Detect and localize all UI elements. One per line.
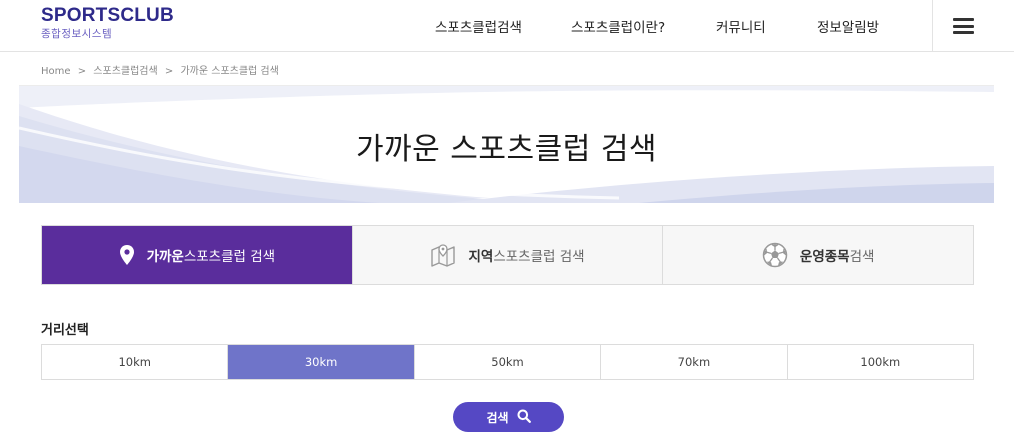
distance-option-70km[interactable]: 70km xyxy=(601,345,788,379)
tab-sport-type[interactable]: 운영종목 검색 xyxy=(663,226,974,284)
hamburger-menu-button[interactable] xyxy=(932,0,994,52)
breadcrumb-current: 가까운 스포츠클럽 검색 xyxy=(180,66,279,77)
logo-title: SPORTSCLUB xyxy=(41,5,174,26)
map-icon xyxy=(430,243,456,267)
tab-label-strong: 지역 xyxy=(468,249,494,265)
page-banner: 가까운 스포츠클럽 검색 xyxy=(19,86,994,203)
site-header: SPORTSCLUB 종합정보시스템 스포츠클럽검색 스포츠클럽이란? 커뮤니티… xyxy=(0,0,1014,52)
tab-region[interactable]: 지역 스포츠클럽 검색 xyxy=(352,226,664,284)
distance-option-10km[interactable]: 10km xyxy=(42,345,229,379)
distance-option-30km[interactable]: 30km xyxy=(228,345,415,379)
tab-label: 스포츠클럽 검색 xyxy=(183,249,276,265)
nav-community[interactable]: 커뮤니티 xyxy=(716,16,766,36)
search-button-label: 검색 xyxy=(486,410,509,425)
nav-club-search[interactable]: 스포츠클럽검색 xyxy=(435,16,522,36)
breadcrumb: Home > 스포츠클럽검색 > 가까운 스포츠클럽 검색 xyxy=(41,62,283,77)
page-title: 가까운 스포츠클럽 검색 xyxy=(355,132,658,167)
hamburger-icon xyxy=(953,18,974,34)
distance-option-100km[interactable]: 100km xyxy=(787,345,974,379)
tab-label: 스포츠클럽 검색 xyxy=(493,249,585,265)
tab-label-strong: 가까운 xyxy=(146,249,184,265)
tab-label-strong: 운영종목 xyxy=(799,249,850,265)
nav-about-club[interactable]: 스포츠클럽이란? xyxy=(571,16,665,36)
breadcrumb-club-search[interactable]: 스포츠클럽검색 xyxy=(93,66,157,77)
search-icon xyxy=(517,409,531,426)
map-pin-icon xyxy=(119,244,135,266)
tab-nearby[interactable]: 가까운 스포츠클럽 검색 xyxy=(42,226,353,284)
search-type-tabs: 가까운 스포츠클럽 검색 지역 스포츠클럽 검색 운영종목 검색 xyxy=(41,225,974,285)
breadcrumb-separator: > xyxy=(164,66,174,77)
nav-info-board[interactable]: 정보알림방 xyxy=(817,16,879,36)
distance-option-50km[interactable]: 50km xyxy=(414,345,602,379)
tab-label: 검색 xyxy=(849,249,875,265)
logo[interactable]: SPORTSCLUB 종합정보시스템 xyxy=(41,5,174,41)
breadcrumb-separator: > xyxy=(77,66,87,77)
breadcrumb-home[interactable]: Home xyxy=(41,66,71,77)
distance-selector: 10km 30km 50km 70km 100km xyxy=(41,344,974,380)
soccer-ball-icon xyxy=(762,242,788,268)
search-button[interactable]: 검색 xyxy=(453,402,564,432)
distance-section-label: 거리선택 xyxy=(41,323,89,338)
logo-subtitle: 종합정보시스템 xyxy=(41,28,113,40)
page: SPORTSCLUB 종합정보시스템 스포츠클럽검색 스포츠클럽이란? 커뮤니티… xyxy=(0,0,1014,441)
